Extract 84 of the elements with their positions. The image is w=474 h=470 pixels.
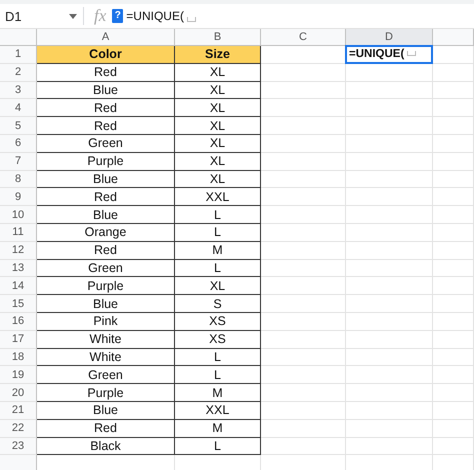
table-cell: M (175, 420, 261, 438)
row-number[interactable]: 3 (0, 82, 37, 100)
table-cell: Red (37, 117, 175, 135)
table-cell: XL (175, 170, 261, 188)
table-cell: M (175, 384, 261, 402)
row-number[interactable]: 14 (0, 277, 37, 296)
table-cell: Blue (37, 206, 175, 224)
table-cell: Red (37, 242, 175, 260)
table-cell: White (37, 330, 175, 349)
table-cell: XL (175, 64, 261, 82)
table-cell: Red (37, 420, 175, 438)
table-cell: Red (37, 64, 175, 82)
table-cell: Blue (37, 170, 175, 188)
column-header[interactable]: C (261, 29, 346, 46)
column-header[interactable]: A (37, 29, 175, 46)
table-cell: XL (175, 82, 261, 100)
table-cell: Blue (37, 295, 175, 313)
table-cell: Green (37, 366, 175, 384)
table-cell: XL (175, 277, 261, 296)
row-number[interactable]: 9 (0, 188, 37, 206)
table-cell: L (175, 438, 261, 456)
table-cell: Red (37, 99, 175, 118)
row-number[interactable]: 5 (0, 117, 37, 135)
table-cell: Blue (37, 82, 175, 100)
table-cell: XS (175, 330, 261, 349)
row-number[interactable]: 8 (0, 170, 37, 188)
table-cell: Red (37, 188, 175, 206)
row-number[interactable]: 2 (0, 64, 37, 82)
row-number[interactable]: 17 (0, 330, 37, 349)
table-cell: L (175, 206, 261, 224)
row-number[interactable]: 1 (0, 46, 37, 64)
argument-hint-icon (186, 17, 196, 22)
table-cell: XL (175, 99, 261, 118)
row-number[interactable]: 22 (0, 420, 37, 438)
row-number[interactable]: 6 (0, 134, 37, 153)
column-header[interactable]: B (175, 29, 261, 46)
row-number[interactable] (0, 455, 37, 470)
formula-input[interactable]: =UNIQUE( (126, 9, 196, 23)
argument-hint-icon (407, 51, 416, 56)
select-all-corner[interactable] (0, 29, 37, 46)
table-cell: White (37, 348, 175, 366)
row-number[interactable]: 21 (0, 402, 37, 420)
table-cell: S (175, 295, 261, 313)
fx-label: fx (94, 6, 106, 26)
row-number[interactable]: 12 (0, 242, 37, 260)
table-cell: Purple (37, 277, 175, 296)
table-cell: XS (175, 312, 261, 331)
table-cell: L (175, 366, 261, 384)
row-number[interactable]: 10 (0, 206, 37, 224)
active-cell[interactable]: =UNIQUE( (345, 45, 433, 64)
table-cell: Green (37, 260, 175, 278)
row-number[interactable]: 11 (0, 224, 37, 242)
name-box[interactable]: D1 (0, 7, 84, 25)
table-cell: Orange (37, 224, 175, 242)
table-cell: XXL (175, 402, 261, 420)
table-cell: Green (37, 134, 175, 153)
table-cell: Pink (37, 312, 175, 331)
table-cell: Black (37, 438, 175, 456)
table-cell: L (175, 348, 261, 366)
table-cell: XL (175, 152, 261, 171)
row-number[interactable]: 15 (0, 295, 37, 313)
row-number[interactable]: 4 (0, 99, 37, 118)
row-number[interactable]: 19 (0, 366, 37, 384)
dropdown-caret-icon (69, 14, 77, 18)
row-number[interactable]: 13 (0, 260, 37, 278)
table-cell: M (175, 242, 261, 260)
table-cell: XL (175, 117, 261, 135)
table-cell: XL (175, 134, 261, 153)
help-badge[interactable]: ? (112, 9, 124, 23)
table-cell: Blue (37, 402, 175, 420)
row-number[interactable]: 23 (0, 438, 37, 456)
table-cell: Purple (37, 152, 175, 171)
row-number[interactable]: 16 (0, 312, 37, 331)
row-number[interactable]: 18 (0, 348, 37, 366)
column-heading: Color (37, 46, 175, 64)
column-header[interactable]: D (346, 29, 433, 46)
column-heading: Size (175, 46, 261, 64)
row-number[interactable]: 20 (0, 384, 37, 402)
column-header[interactable] (433, 29, 474, 46)
row-number[interactable]: 7 (0, 152, 37, 171)
table-cell: L (175, 224, 261, 242)
table-cell: L (175, 260, 261, 278)
table-cell: Purple (37, 384, 175, 402)
table-cell: XXL (175, 188, 261, 206)
